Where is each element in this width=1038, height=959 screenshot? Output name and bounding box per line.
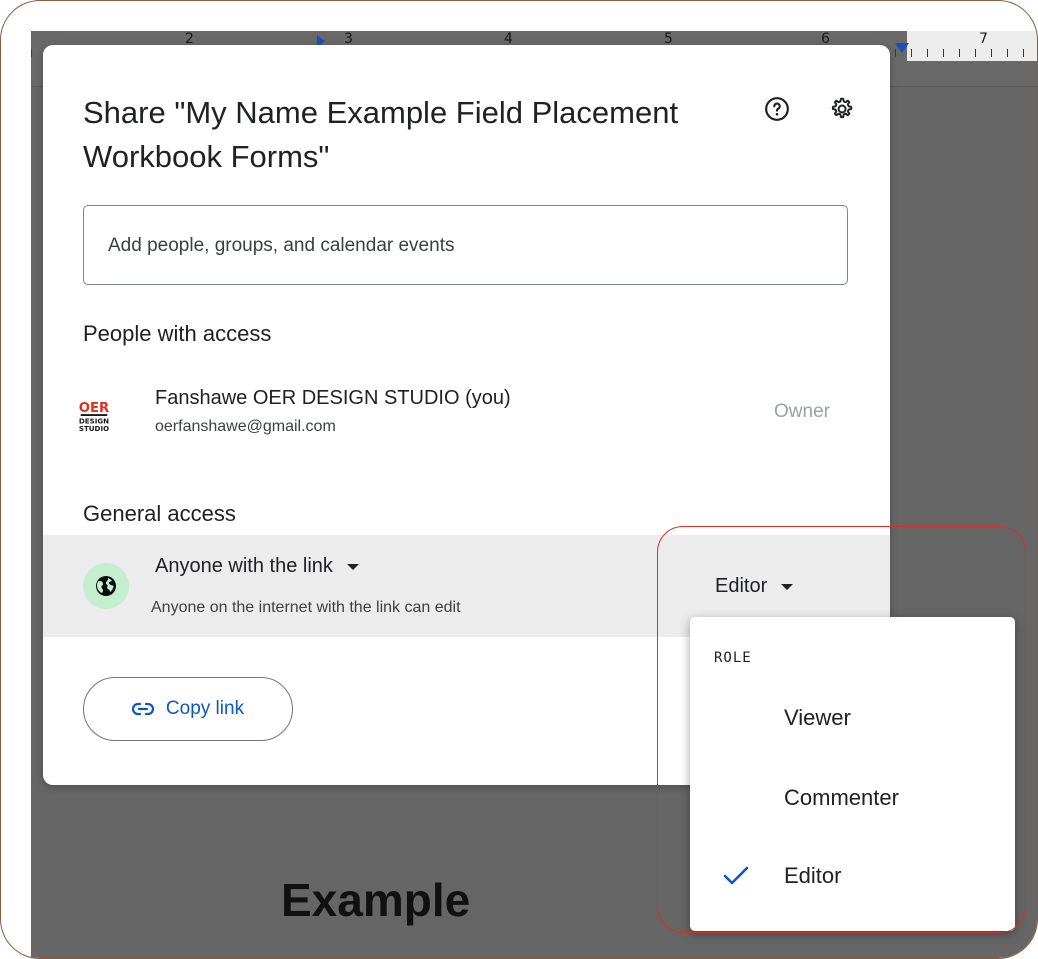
role-option-label: Editor <box>784 863 842 888</box>
role-option-label: Commenter <box>784 785 899 810</box>
role-option-commenter[interactable]: Commenter <box>690 763 1015 833</box>
role-dropdown-value: Editor <box>715 575 768 597</box>
role-menu-header: ROLE <box>714 650 752 666</box>
dialog-title: Share "My Name Example Field Placement W… <box>83 95 679 174</box>
svg-text:OER: OER <box>79 401 110 416</box>
owner-row: OER DESIGN STUDIO Fanshawe OER DESIGN ST… <box>43 375 890 455</box>
role-dropdown[interactable]: Editor <box>715 575 794 598</box>
copy-link-button[interactable]: Copy link <box>83 677 293 741</box>
owner-name: Fanshawe OER DESIGN STUDIO (you) <box>155 387 511 409</box>
owner-role-label: Owner <box>774 401 830 422</box>
checkmark-icon <box>722 865 750 892</box>
owner-avatar: OER DESIGN STUDIO <box>79 398 110 434</box>
document-heading: Example <box>281 874 471 926</box>
screenshot-frame: 2 3 4 5 6 7 Example Share "My Name Examp… <box>0 0 1038 959</box>
role-option-editor[interactable]: Editor <box>690 841 1015 911</box>
add-people-input[interactable] <box>106 206 830 286</box>
link-icon <box>131 702 154 716</box>
role-menu: ROLE Viewer Commenter Editor <box>690 617 1015 931</box>
link-access-scope: Anyone with the link <box>155 555 333 577</box>
ruler-number: 7 <box>979 31 988 47</box>
add-people-field[interactable] <box>83 205 848 286</box>
globe-icon <box>83 563 129 609</box>
link-access-dropdown[interactable]: Anyone with the link <box>155 555 359 578</box>
owner-email: oerfanshawe@gmail.com <box>155 418 336 435</box>
gear-icon[interactable] <box>821 89 861 129</box>
role-option-label: Viewer <box>784 705 851 730</box>
svg-text:STUDIO: STUDIO <box>79 424 109 433</box>
chevron-down-icon <box>781 583 794 590</box>
role-option-viewer[interactable]: Viewer <box>690 683 1015 753</box>
link-access-description: Anyone on the internet with the link can… <box>151 599 461 616</box>
chevron-down-icon <box>346 563 359 570</box>
general-access-heading: General access <box>83 501 236 526</box>
copy-link-label: Copy link <box>165 698 245 719</box>
right-indent-marker[interactable] <box>895 43 909 53</box>
help-icon[interactable] <box>757 89 797 129</box>
people-with-access-heading: People with access <box>83 321 272 346</box>
